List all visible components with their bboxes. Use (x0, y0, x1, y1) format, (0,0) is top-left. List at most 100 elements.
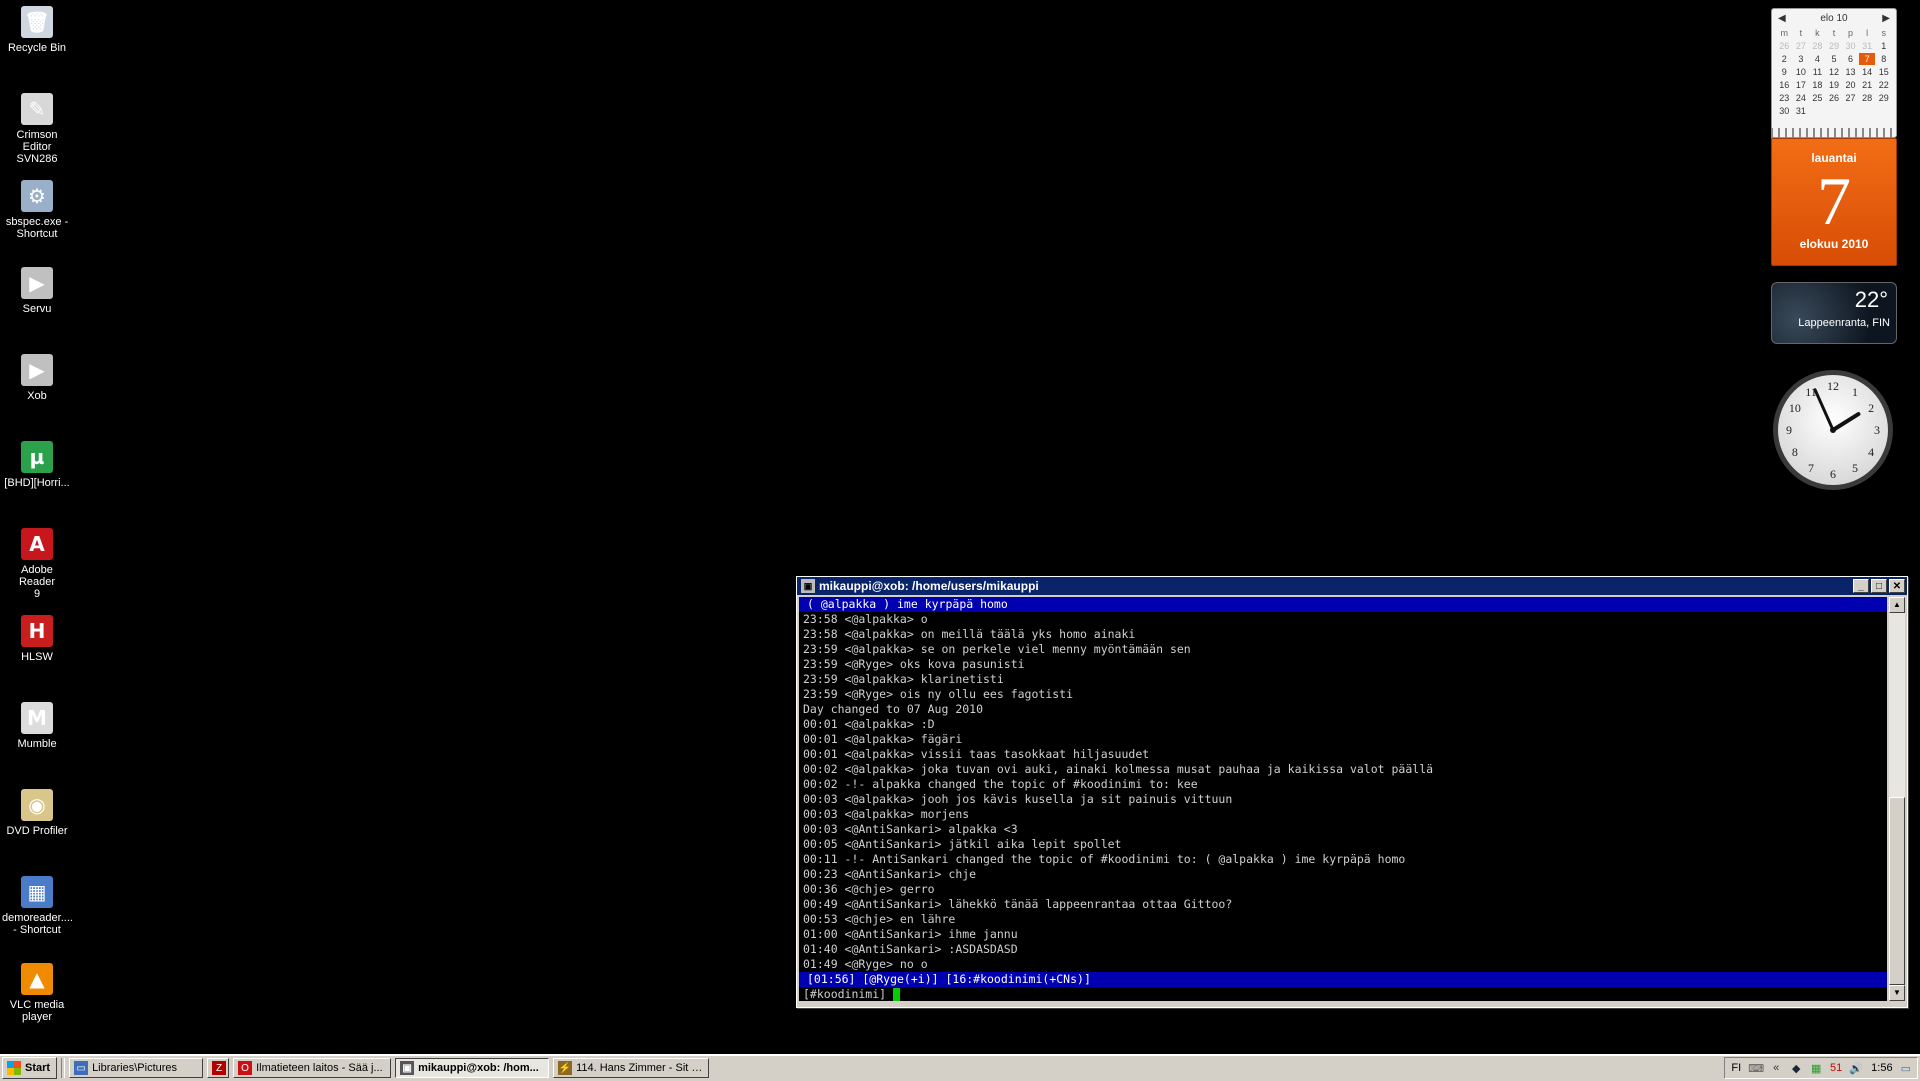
scroll-up-arrow-icon[interactable]: ▲ (1889, 597, 1905, 613)
calendar-day-cell[interactable]: 10 (1793, 66, 1810, 78)
calendar-day-cell[interactable]: 27 (1842, 92, 1859, 104)
calendar-day-cell[interactable]: 26 (1776, 40, 1793, 52)
calendar-day-cell[interactable]: 31 (1859, 40, 1876, 52)
calendar-day-cell[interactable]: 21 (1859, 79, 1876, 91)
calendar-day-cell[interactable]: 11 (1809, 66, 1826, 78)
calendar-weekday: s (1881, 28, 1886, 38)
calendar-day-cell[interactable]: 14 (1859, 66, 1876, 78)
calendar-day-cell[interactable]: 28 (1859, 92, 1876, 104)
volume-icon[interactable]: 🔊 (1849, 1061, 1863, 1075)
desktop-icon[interactable]: ▲ VLC media player (0, 957, 74, 1023)
taskbar-task-list: ▭ Libraries\Pictures Z O Ilmatieteen laitos … (69, 1058, 713, 1078)
calendar-day-cell[interactable]: 31 (1793, 105, 1810, 117)
calendar-day-cell[interactable]: 20 (1842, 79, 1859, 91)
next-month-arrow-icon[interactable]: ▶ (1882, 13, 1890, 24)
calendar-day-cell[interactable]: 15 (1875, 66, 1892, 78)
calendar-day-cell[interactable]: 28 (1809, 40, 1826, 52)
terminal-scrollbar[interactable]: ▲ ▼ (1889, 597, 1905, 1001)
tray-icons: ⌨ « ◆ ▦ 51 🔊 (1748, 1061, 1863, 1075)
close-button[interactable]: ✕ (1889, 579, 1905, 593)
irc-topic-bar: ( @alpakka ) ime kyrpäpä homo (799, 597, 1887, 612)
calendar-day-cell[interactable]: 1 (1875, 40, 1892, 52)
putty-icon[interactable]: ▣ (801, 579, 815, 593)
calendar-day-cell[interactable]: 26 (1826, 92, 1843, 104)
desktop-icon[interactable]: H HLSW (0, 609, 74, 663)
calendar-day-cell[interactable]: 12 (1826, 66, 1843, 78)
desktop-icon[interactable]: 🗑 Recycle Bin (0, 0, 74, 54)
calendar-day-cell[interactable]: 30 (1776, 105, 1793, 117)
desktop-icon[interactable]: µ [BHD][Horri... (0, 435, 74, 489)
show-desktop-icon[interactable]: ▭ (1901, 1062, 1911, 1075)
scroll-down-arrow-icon[interactable]: ▼ (1889, 985, 1905, 1001)
opera-icon: O (238, 1061, 253, 1075)
desktop-icon[interactable]: ▦ demoreader.... - Shortcut (0, 870, 74, 936)
calendar-day-cell[interactable]: 4 (1809, 53, 1826, 65)
calendar-day-cell[interactable]: 13 (1842, 66, 1859, 78)
desktop-icon[interactable]: ▶ Xob (0, 348, 74, 402)
taskbar-button[interactable]: O Ilmatieteen laitos - Sää j... (233, 1058, 392, 1078)
system-tray: FI ⌨ « ◆ ▦ 51 🔊 1:56 ▭ (1724, 1057, 1918, 1079)
irc-message-line: 00:03 <@AntiSankari> alpakka <3 (803, 822, 1018, 836)
calendar-day-cell[interactable]: 25 (1809, 92, 1826, 104)
calendar-day-cell[interactable]: 18 (1809, 79, 1826, 91)
calendar-day-cell[interactable]: 7 (1858, 53, 1876, 65)
calendar-day-cell[interactable]: 30 (1842, 40, 1859, 52)
calendar-day-cell[interactable]: 22 (1875, 79, 1892, 91)
taskbar-button[interactable]: ▭ Libraries\Pictures (69, 1058, 204, 1078)
irc-message-line: 00:02 <@alpakka> joka tuvan ovi auki, ai… (803, 762, 1434, 776)
irc-input-line[interactable]: [#koodinimi] (799, 987, 1887, 1001)
calendar-day-cell[interactable]: 23 (1776, 92, 1793, 104)
show-hidden-icon[interactable]: « (1769, 1061, 1783, 1075)
language-indicator[interactable]: FI (1731, 1062, 1741, 1074)
taskbar-button[interactable]: ⚡ 114. Hans Zimmer - Sit B... (553, 1058, 710, 1078)
calendar-day-cell[interactable]: 24 (1793, 92, 1810, 104)
calendar-day-cell[interactable]: 3 (1793, 53, 1810, 65)
maximize-button[interactable]: □ (1871, 579, 1887, 593)
start-button[interactable]: Start (2, 1057, 58, 1079)
terminal-title: mikauppi@xob: /home/users/mikauppi (819, 579, 1039, 593)
keyboard-icon[interactable]: ⌨ (1748, 1061, 1764, 1075)
counter-icon[interactable]: 51 (1829, 1061, 1843, 1075)
prev-month-arrow-icon[interactable]: ◀ (1778, 13, 1786, 24)
network-icon[interactable]: ▦ (1809, 1061, 1823, 1075)
calendar-day-cell[interactable]: 29 (1826, 40, 1843, 52)
desktop-icon[interactable]: ✎ Crimson Editor SVN286 (0, 87, 74, 165)
irc-message-line: 23:59 <@alpakka> klarinetisti (803, 672, 1004, 686)
calendar-day-cell[interactable]: 16 (1776, 79, 1793, 91)
clock-gadget[interactable]: 1234567891011 12 (1771, 368, 1895, 492)
clock-numeral: 8 (1792, 445, 1798, 459)
terminal-body[interactable]: ( @alpakka ) ime kyrpäpä homo 23:58 <@al… (799, 597, 1887, 1001)
irc-message-log: 23:58 <@alpakka> o 23:58 <@alpakka> on me… (799, 612, 1887, 972)
steam-icon[interactable]: ◆ (1789, 1061, 1803, 1075)
clock-numeral: 1 (1852, 385, 1858, 399)
desktop-icon[interactable]: ▶ Servu (0, 261, 74, 315)
calendar-day-cell[interactable]: 17 (1793, 79, 1810, 91)
minimize-button[interactable]: _ (1853, 579, 1869, 593)
calendar-day-cell[interactable]: 9 (1776, 66, 1793, 78)
irc-message-line: 00:02 -!- alpakka changed the topic of #… (803, 777, 1198, 791)
calendar-day-cell[interactable]: 19 (1826, 79, 1843, 91)
scrollbar-thumb[interactable] (1889, 797, 1905, 985)
desktop-icon[interactable]: ◉ DVD Profiler (0, 783, 74, 837)
irc-message-line: 00:49 <@AntiSankari> lähekkö tänää lappe… (803, 897, 1233, 911)
desktop-icon[interactable]: ⚙ sbspec.exe - Shortcut (0, 174, 74, 240)
terminal-titlebar[interactable]: ▣ mikauppi@xob: /home/users/mikauppi _ □… (797, 577, 1907, 595)
taskbar-button[interactable]: Z (207, 1058, 230, 1078)
desktop-icon[interactable]: A Adobe Reader 9 (0, 522, 74, 600)
terminal-window[interactable]: ▣ mikauppi@xob: /home/users/mikauppi _ □… (796, 576, 1908, 1008)
calendar-day-cell[interactable]: 2 (1776, 53, 1793, 65)
calendar-day-gadget[interactable]: lauantai 7 elokuu 2010 (1771, 138, 1897, 266)
calendar-day-cell[interactable]: 6 (1842, 53, 1859, 65)
calendar-day-cell[interactable]: 29 (1875, 92, 1892, 104)
calendar-day-cell[interactable]: 5 (1826, 53, 1843, 65)
calendar-day-cell[interactable]: 27 (1793, 40, 1810, 52)
calendar-day-cell[interactable]: 8 (1875, 53, 1892, 65)
taskbar-button[interactable]: ▣ mikauppi@xob: /hom... (395, 1058, 550, 1078)
dvd-profiler-icon: ◉ (21, 789, 53, 821)
weather-gadget[interactable]: 22° Lappeenranta, FIN (1771, 282, 1897, 344)
calendar-month-gadget[interactable]: ◀ elo 10 ▶ m t k t p l s 26 27 28 29 30 31 1 2 3 4 5 6 7 8 9 1… (1771, 8, 1897, 138)
irc-message-line: 00:01 <@alpakka> vissii taas tasokkaat h… (803, 747, 1150, 761)
irc-message-line: 23:58 <@alpakka> on meillä täälä yks hom… (803, 627, 1136, 641)
desktop-icon[interactable]: M Mumble (0, 696, 74, 750)
tray-clock[interactable]: 1:56 (1871, 1062, 1892, 1074)
